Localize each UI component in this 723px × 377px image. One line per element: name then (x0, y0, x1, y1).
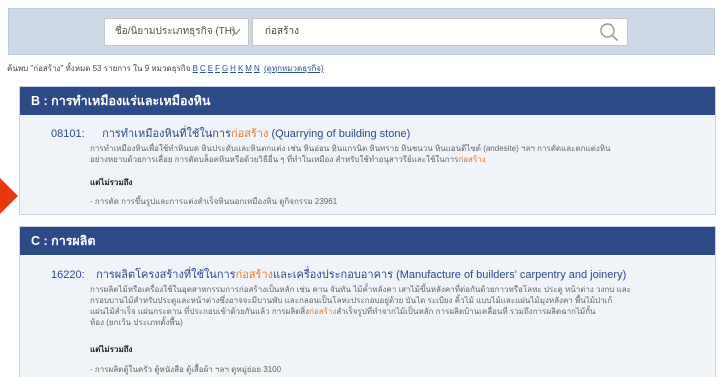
description-line: ห้อง (ยกเว้น ประเภทตั้งพื้น) (90, 318, 183, 327)
category-letter-link[interactable]: B (193, 64, 198, 73)
title-highlight: ก่อสร้าง (230, 128, 269, 140)
category-letter-link[interactable]: G (222, 64, 228, 73)
title-text: การทำเหมืองหินที่ใช้ในการ (102, 128, 231, 140)
category-letter-link[interactable]: H (230, 64, 236, 73)
exclusion-item: - การผลิตตู้ในครัว ตู้หนังสือ ตู้เสื้อผ้… (90, 365, 282, 374)
results-summary: ค้นพบ "ก่อสร้าง" ทั้งหมด 53 รายการ ใน 9 … (7, 62, 326, 75)
results-summary-text: ค้นพบ "ก่อสร้าง" ทั้งหมด 53 รายการ ใน 9 … (7, 64, 191, 73)
description-line: แผ่นไม้สำเร็จ แผ่นกระดาน ที่ประกอบเข้าด้… (90, 306, 700, 317)
section-c: C : การผลิต 16220: การผลิตโครงสร้างที่ใช… (19, 226, 716, 377)
category-dropdown[interactable]: ชื่อ/นิยามประเภทธุรกิจ (TH) (104, 18, 249, 46)
category-letter-link[interactable]: C (200, 64, 206, 73)
search-input-value: ก่อสร้าง (265, 26, 300, 37)
search-icon[interactable] (599, 22, 619, 42)
title-text: การผลิตโครงสร้างที่ใช้ในการ (96, 269, 236, 281)
chevron-down-icon (231, 28, 241, 35)
title-highlight: ก่อสร้าง (235, 269, 274, 281)
business-description: การผลิตไม้หรือเครื่องใช้ในอุตสาหกรรมการก… (90, 284, 700, 328)
search-bar: ชื่อ/นิยามประเภทธุรกิจ (TH) ก่อสร้าง (8, 8, 715, 55)
business-code: 16220: (51, 269, 85, 281)
description-highlight: ก่อสร้าง (458, 155, 486, 164)
section-header: B : การทำเหมืองแร่และเหมืองหิน (20, 87, 715, 115)
description-text: อย่างหยาบด้วยการเลื่อย การตัดบล็อคหินหรื… (90, 155, 459, 164)
category-letter-link[interactable]: E (208, 64, 213, 73)
category-letter-links: BCEFGHKMN (193, 64, 262, 73)
pointer-arrow-icon (0, 178, 18, 214)
description-line: การทำเหมืองหินเพื่อใช้ทำหินบด หินประดับแ… (90, 144, 611, 153)
exclusion-label: แต่ไม่รวมถึง (90, 178, 133, 187)
exclusion-label: แต่ไม่รวมถึง (90, 345, 133, 354)
title-text-english: และเครื่องประกอบอาคาร (Manufacture of bu… (273, 269, 627, 281)
description-line: กรอบบานไม้สำหรับประตูและหน้าต่างซึ่งอาจจ… (90, 296, 613, 305)
section-b: B : การทำเหมืองแร่และเหมืองหิน 08101: กา… (19, 86, 716, 215)
exclusion-item: - การตัด การขึ้นรูปและการแต่งสำเร็จหินนอ… (90, 197, 338, 206)
description-line: อย่างหยาบด้วยการเลื่อย การตัดบล็อคหินหรื… (90, 154, 700, 165)
view-all-categories-link[interactable]: (ดูทุกหมวดธุรกิจ) (264, 64, 324, 73)
search-input[interactable]: ก่อสร้าง (252, 18, 628, 46)
business-description: การทำเหมืองหินเพื่อใช้ทำหินบด หินประดับแ… (90, 143, 700, 165)
section-header: C : การผลิต (20, 227, 715, 255)
category-letter-link[interactable]: K (238, 64, 243, 73)
description-highlight: ก่อสร้าง (309, 307, 337, 316)
business-code: 08101: (51, 128, 85, 140)
description-text: สำเร็จรูปที่ทำจากไม้เป็นหลัก การผลิตบ้าน… (336, 307, 596, 316)
description-line: การผลิตไม้หรือเครื่องใช้ในอุตสาหกรรมการก… (90, 285, 631, 294)
category-dropdown-label: ชื่อ/นิยามประเภทธุรกิจ (TH) (115, 26, 236, 37)
business-item-title[interactable]: 08101: การทำเหมืองหินที่ใช้ในการก่อสร้าง… (51, 124, 410, 142)
business-item-title[interactable]: 16220: การผลิตโครงสร้างที่ใช้ในการก่อสร้… (51, 265, 626, 283)
category-letter-link[interactable]: N (254, 64, 260, 73)
description-text: แผ่นไม้สำเร็จ แผ่นกระดาน ที่ประกอบเข้าด้… (90, 307, 310, 316)
title-text-english: (Quarrying of building stone) (268, 128, 411, 140)
category-letter-link[interactable]: F (215, 64, 220, 73)
category-letter-link[interactable]: M (245, 64, 252, 73)
